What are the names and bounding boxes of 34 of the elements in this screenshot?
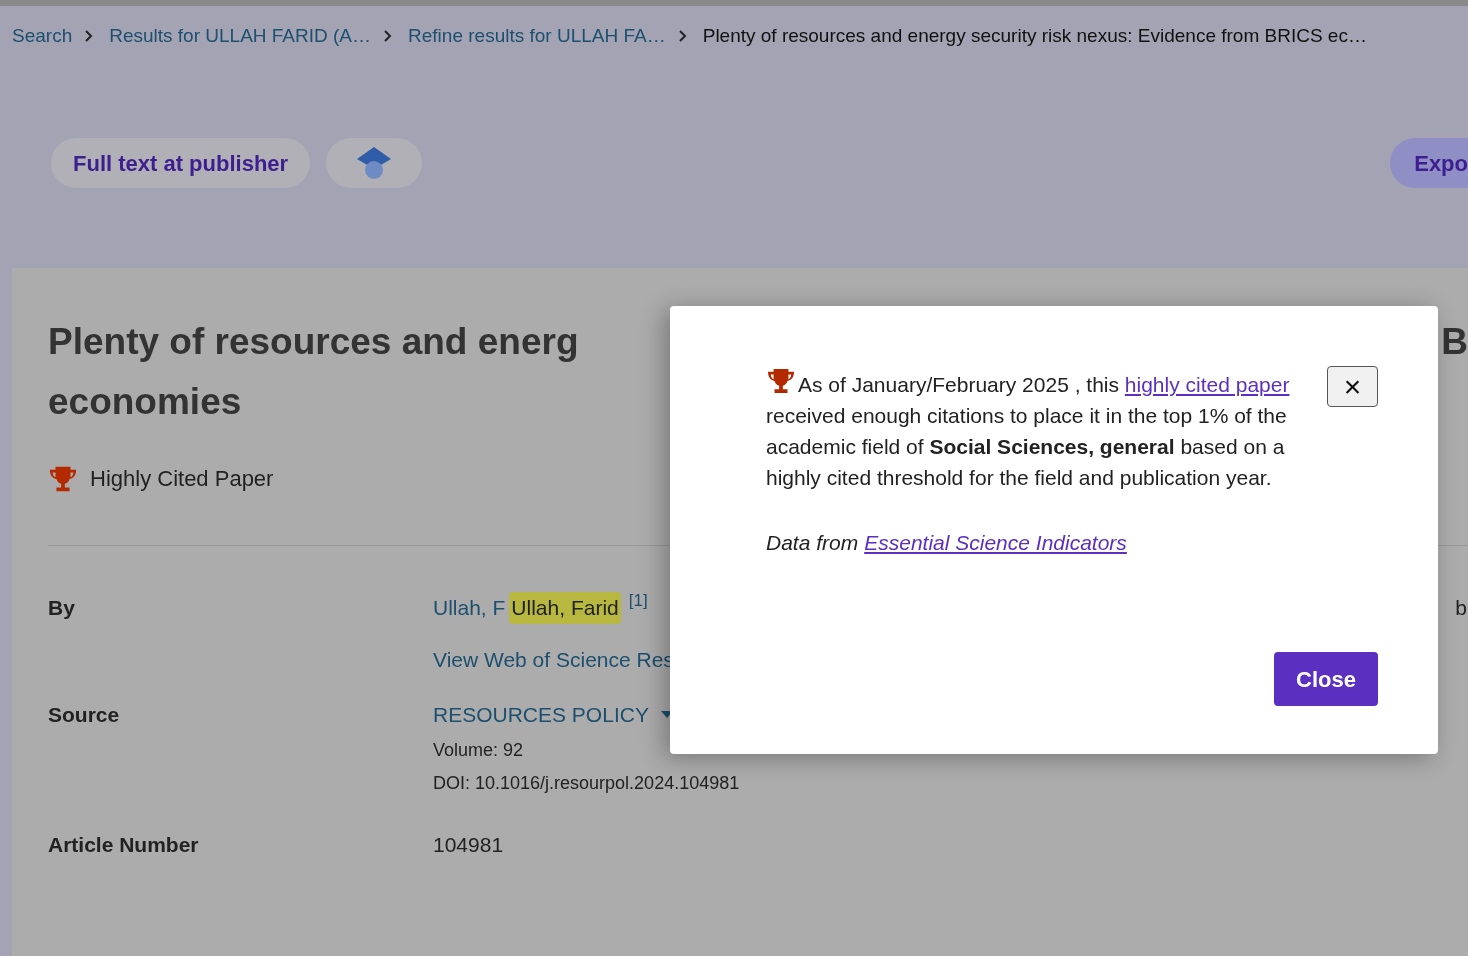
volume-text: Volume: 92 bbox=[433, 738, 525, 762]
trophy-icon bbox=[48, 464, 78, 493]
breadcrumb-link[interactable]: Refine results for ULLAH FA… bbox=[408, 21, 666, 51]
highly-cited-label: Highly Cited Paper bbox=[90, 465, 274, 493]
field-label: Source bbox=[48, 702, 121, 728]
breadcrumb-link[interactable]: Results for ULLAH FARID (A… bbox=[109, 21, 372, 51]
record-title: economies bbox=[48, 380, 243, 424]
record-title: Plenty of resources and energ bbox=[48, 320, 579, 364]
data-source-text: Data from bbox=[766, 530, 859, 556]
field-label: By bbox=[48, 595, 76, 621]
record-title: B bbox=[1441, 320, 1468, 364]
essential-science-link[interactable]: Essential Science Indicators bbox=[864, 527, 1127, 559]
full-text-button[interactable]: Full text at publisher bbox=[51, 138, 311, 188]
author-full-name: Ullah, Farid bbox=[509, 592, 621, 624]
graduation-cap-button[interactable] bbox=[326, 138, 423, 188]
affiliation-link[interactable]: [1] bbox=[628, 588, 648, 614]
export-button[interactable]: Expo bbox=[1390, 138, 1468, 188]
highly-cited-link[interactable]: highly cited paper bbox=[1124, 373, 1290, 396]
breadcrumb-link[interactable]: Search bbox=[12, 21, 73, 51]
article-number: 104981 bbox=[433, 831, 505, 858]
chevron-right-icon bbox=[84, 30, 94, 42]
edge-text: b bbox=[1455, 595, 1468, 621]
chevron-right-icon bbox=[383, 30, 393, 42]
trophy-icon bbox=[766, 368, 796, 394]
journal-link[interactable]: RESOURCES POLICY bbox=[433, 699, 649, 731]
field-label: Article Number bbox=[48, 831, 200, 858]
breadcrumb-current: Plenty of resources and energy security risk nexus: Evidence from BRICS ec… bbox=[702, 23, 1367, 48]
close-icon-button[interactable]: × bbox=[1327, 366, 1378, 407]
doi-text: DOI: 10.1016/j.resourpol.2024.104981 bbox=[433, 771, 741, 795]
chevron-right-icon bbox=[677, 30, 687, 42]
dialog-message: As of January/February 2025 , this highly cited paper received enough citations to place it in the top 1% of the academic field of Social Sciences, general based on a highly cited threshold for the field and publication year. bbox=[766, 368, 1295, 493]
author-link[interactable]: Ullah, F bbox=[433, 592, 506, 624]
close-button[interactable]: Close bbox=[1274, 652, 1378, 706]
graduation-cap-icon bbox=[356, 146, 393, 180]
